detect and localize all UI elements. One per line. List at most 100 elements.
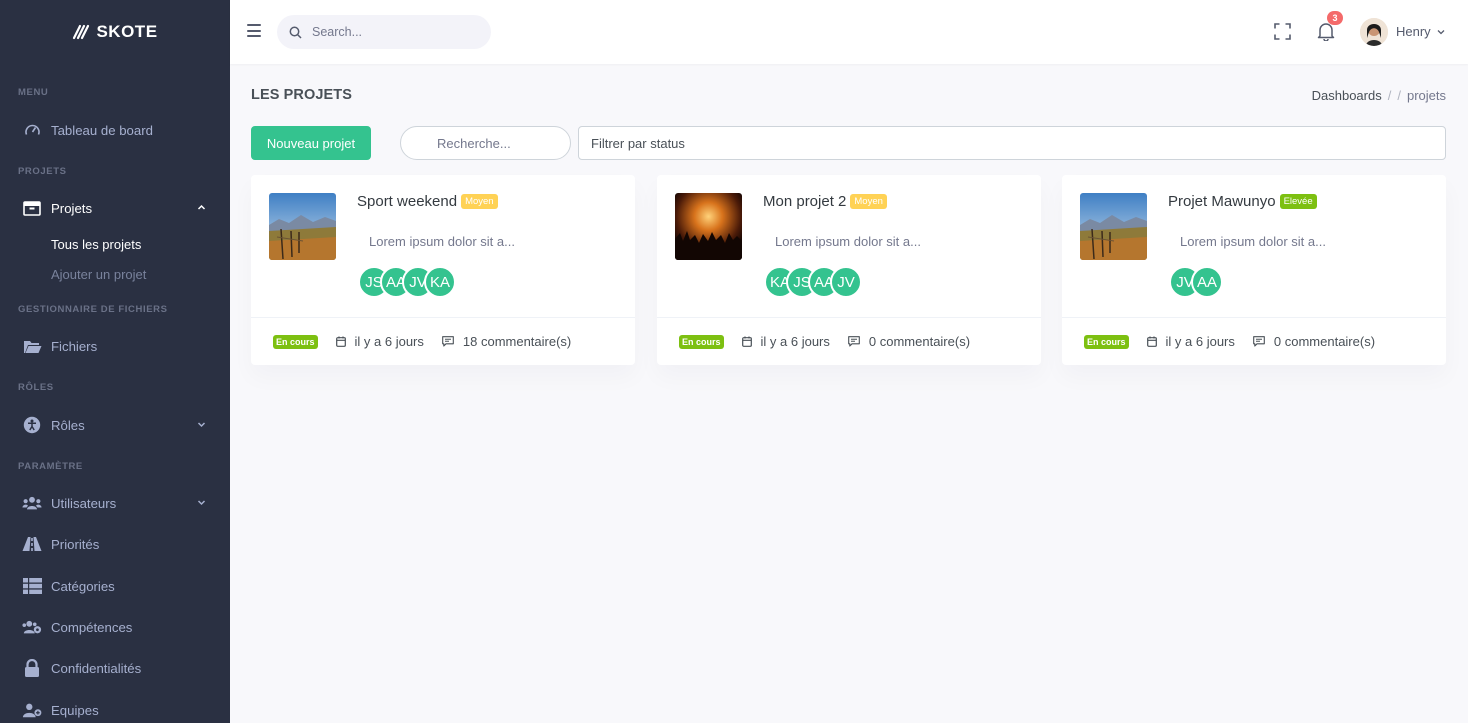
sidebar-item-fichiers[interactable]: Fichiers xyxy=(0,333,230,359)
project-title[interactable]: Mon projet 2 Moyen xyxy=(763,193,887,210)
sidebar-item-categories[interactable]: Catégories xyxy=(0,573,230,599)
list-icon xyxy=(22,577,42,595)
project-date: il y a 6 jours xyxy=(335,334,424,349)
calendar-icon xyxy=(1146,336,1157,347)
project-date: il y a 6 jours xyxy=(741,334,830,349)
project-date-text: il y a 6 jours xyxy=(1165,334,1235,349)
project-card: Sport weekend Moyen Lorem ipsum dolor si… xyxy=(251,175,635,365)
sidebar-item-projets[interactable]: Projets xyxy=(0,195,230,221)
sidebar-item-roles[interactable]: Rôles xyxy=(0,412,230,438)
sidebar-item-confidentialites[interactable]: Confidentialités xyxy=(0,655,230,681)
accessibility-icon xyxy=(22,416,42,434)
priority-badge: Elevée xyxy=(1279,194,1317,209)
project-title[interactable]: Projet Mawunyo Elevée xyxy=(1168,193,1317,210)
sidebar-item-priorites[interactable]: Priorités xyxy=(0,531,230,557)
notification-badge: 3 xyxy=(1327,11,1343,25)
chevron-down-icon xyxy=(197,500,206,506)
sidebar-item-competences[interactable]: Compétences xyxy=(0,614,230,640)
member-avatar[interactable]: KA xyxy=(424,266,456,298)
user-plus-icon xyxy=(22,701,42,719)
project-card: Mon projet 2 Moyen Lorem ipsum dolor sit… xyxy=(657,175,1041,365)
fullscreen-icon[interactable] xyxy=(1274,23,1291,40)
sidebar-item-label: Rôles xyxy=(51,417,85,433)
menu-toggle-icon[interactable] xyxy=(247,24,261,38)
users-icon xyxy=(22,494,42,512)
lock-icon xyxy=(22,659,42,677)
project-comments-text: 18 commentaire(s) xyxy=(462,334,572,349)
project-comments[interactable]: 18 commentaire(s) xyxy=(442,334,571,349)
priority-badge: Moyen xyxy=(461,194,498,209)
project-card-footer: En cours il y a 6 jours 18 commentaire(s… xyxy=(251,317,635,365)
sidebar-item-equipes[interactable]: Equipes xyxy=(0,697,230,723)
search-icon xyxy=(289,26,302,39)
project-card-footer: En cours il y a 6 jours 0 commentaire(s) xyxy=(1062,317,1446,365)
brand-name: SKOTE xyxy=(96,22,158,41)
dashboard-icon xyxy=(22,121,42,139)
sidebar-item-label: Catégories xyxy=(51,578,115,594)
priority-badge: Moyen xyxy=(850,194,887,209)
project-search-input[interactable] xyxy=(401,127,570,159)
project-thumbnail[interactable] xyxy=(1080,193,1147,260)
sidebar-subitem-ajouter-un-projet[interactable]: Ajouter un projet xyxy=(51,267,146,282)
calendar-icon xyxy=(335,336,346,347)
logo-icon xyxy=(73,24,90,40)
project-comments-text: 0 commentaire(s) xyxy=(868,334,971,349)
section-parametre: PARAMÈTRE xyxy=(18,461,83,472)
briefcase-icon xyxy=(22,199,42,217)
project-title-text: Sport weekend xyxy=(357,193,458,210)
section-fichiers: GESTIONNAIRE DE FICHIERS xyxy=(18,304,168,315)
project-date: il y a 6 jours xyxy=(1146,334,1235,349)
project-members: JV AA xyxy=(1169,266,1223,298)
page-title: LES PROJETS xyxy=(251,87,353,103)
project-title[interactable]: Sport weekend Moyen xyxy=(357,193,498,210)
project-thumbnail[interactable] xyxy=(675,193,742,260)
status-badge: En cours xyxy=(273,334,318,349)
user-avatar[interactable] xyxy=(1360,18,1388,46)
folder-icon xyxy=(22,337,42,355)
global-search[interactable] xyxy=(277,15,491,49)
new-project-button[interactable]: Nouveau projet xyxy=(251,126,371,160)
breadcrumb-dashboards[interactable]: Dashboards xyxy=(1312,88,1382,103)
search-input[interactable] xyxy=(312,25,482,39)
chevron-down-icon xyxy=(197,422,206,428)
project-card: Projet Mawunyo Elevée Lorem ipsum dolor … xyxy=(1062,175,1446,365)
sidebar-item-label: Tableau de board xyxy=(51,122,153,138)
project-title-text: Mon projet 2 xyxy=(763,193,847,210)
project-description: Lorem ipsum dolor sit a... xyxy=(1180,234,1326,249)
breadcrumb-separator: / xyxy=(1387,88,1392,103)
status-filter-placeholder: Filtrer par status xyxy=(591,135,685,151)
project-thumbnail[interactable] xyxy=(269,193,336,260)
sidebar-subitem-tous-les-projets[interactable]: Tous les projets xyxy=(51,237,141,252)
status-filter-select[interactable]: Filtrer par status xyxy=(578,126,1446,160)
project-date-text: il y a 6 jours xyxy=(354,334,424,349)
project-search[interactable] xyxy=(400,126,571,160)
breadcrumb-projets: projets xyxy=(1406,88,1446,103)
breadcrumb: Dashboards / / projets xyxy=(1312,88,1446,103)
comment-icon xyxy=(1253,336,1265,347)
sidebar-item-label: Confidentialités xyxy=(51,660,142,676)
member-avatar[interactable]: JV xyxy=(830,266,862,298)
member-avatar[interactable]: AA xyxy=(1191,266,1223,298)
sidebar: SKOTE MENU Tableau de board PROJETS Proj… xyxy=(0,0,230,723)
sidebar-item-label: Fichiers xyxy=(51,338,98,354)
status-badge: En cours xyxy=(1084,334,1129,349)
road-icon xyxy=(22,535,42,553)
sidebar-item-label: Compétences xyxy=(51,619,133,635)
project-members: JS AA JV KA xyxy=(358,266,456,298)
project-comments[interactable]: 0 commentaire(s) xyxy=(848,334,970,349)
users-cog-icon xyxy=(22,618,42,636)
status-badge: En cours xyxy=(679,334,724,349)
sidebar-item-dashboard[interactable]: Tableau de board xyxy=(0,117,230,143)
brand-logo[interactable]: SKOTE xyxy=(0,0,230,64)
user-name[interactable]: Henry xyxy=(1396,24,1431,39)
section-projets: PROJETS xyxy=(18,166,67,177)
chevron-down-icon[interactable] xyxy=(1437,29,1445,35)
project-comments[interactable]: 0 commentaire(s) xyxy=(1253,334,1375,349)
project-description: Lorem ipsum dolor sit a... xyxy=(775,234,921,249)
comment-icon xyxy=(442,336,454,347)
chevron-up-icon xyxy=(197,204,206,210)
project-date-text: il y a 6 jours xyxy=(760,334,830,349)
sidebar-item-label: Utilisateurs xyxy=(51,495,117,511)
sidebar-item-utilisateurs[interactable]: Utilisateurs xyxy=(0,490,230,516)
sidebar-item-label: Priorités xyxy=(51,536,100,552)
